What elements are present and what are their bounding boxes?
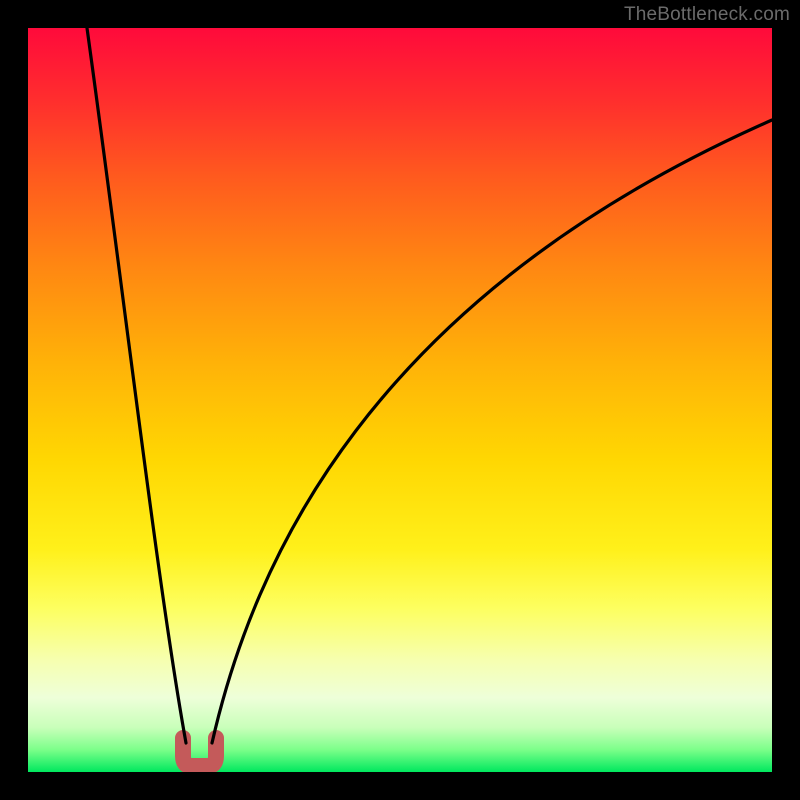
curve-left-branch [87, 28, 186, 743]
bottleneck-curve-svg [28, 28, 772, 772]
curve-right-branch [212, 120, 772, 743]
watermark-text: TheBottleneck.com [624, 4, 790, 26]
outer-frame: TheBottleneck.com [0, 0, 800, 800]
plot-area [28, 28, 772, 772]
